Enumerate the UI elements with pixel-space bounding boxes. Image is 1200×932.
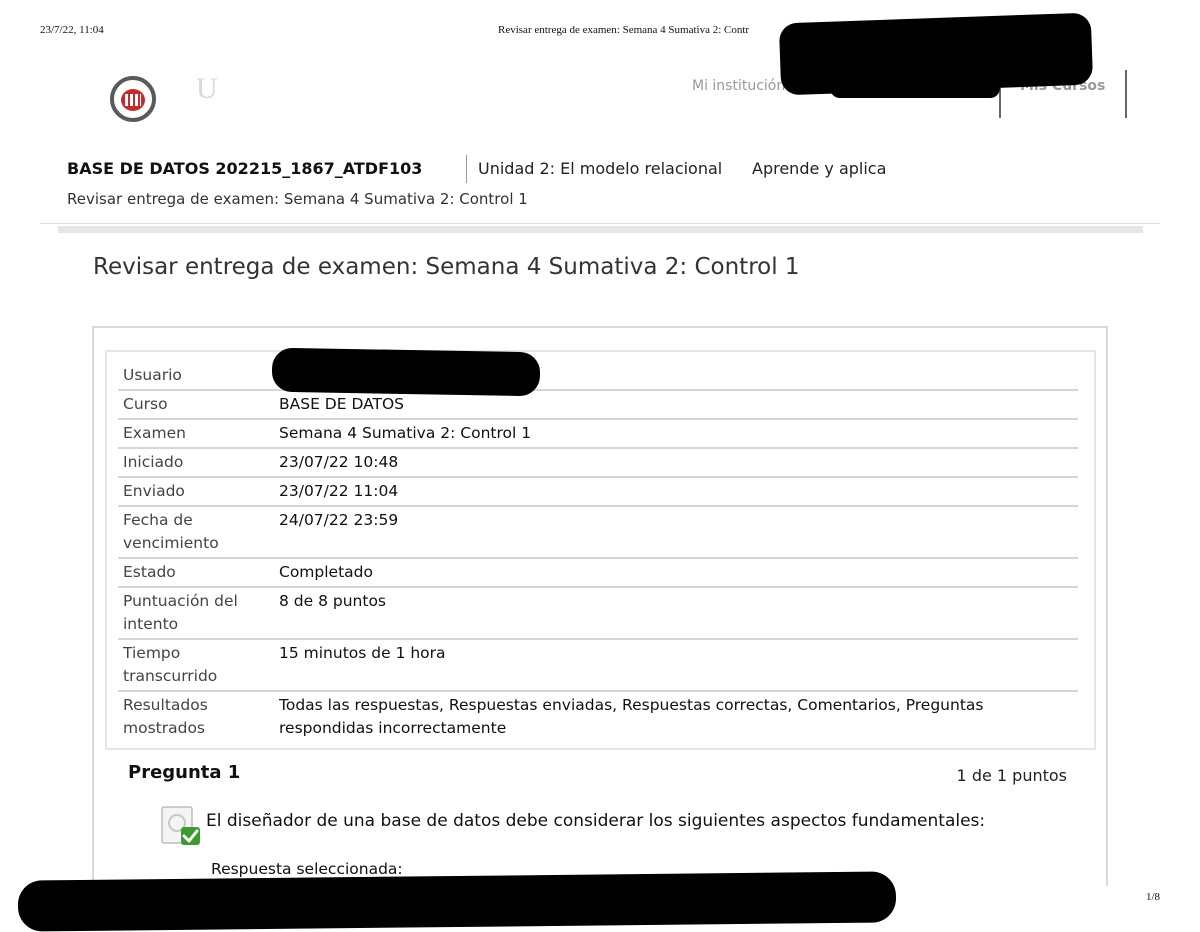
info-label: Usuario <box>118 362 274 391</box>
question-points: 1 de 1 puntos <box>956 766 1067 785</box>
info-value: 23/07/22 11:04 <box>274 477 1078 507</box>
page-title: Revisar entrega de examen: Semana 4 Suma… <box>93 254 800 280</box>
print-page-number: 1/8 <box>1145 891 1160 903</box>
table-row: Examen Semana 4 Sumativa 2: Control 1 <box>118 419 1078 449</box>
info-value: 24/07/22 23:59 <box>274 506 1078 559</box>
info-value: 23/07/22 10:48 <box>274 448 1078 478</box>
info-label: Puntuación del intento <box>118 587 274 640</box>
table-row: Iniciado 23/07/22 10:48 <box>118 448 1078 478</box>
info-label: Iniciado <box>118 448 274 478</box>
redaction <box>17 871 897 932</box>
info-label: Resultados mostrados <box>123 696 208 737</box>
info-label: Examen <box>118 419 274 449</box>
breadcrumb-current-page: Revisar entrega de examen: Semana 4 Suma… <box>67 190 528 208</box>
info-value: 15 minutos de 1 hora <box>274 639 1078 692</box>
print-title: Revisar entrega de examen: Semana 4 Suma… <box>498 24 750 36</box>
info-value: 8 de 8 puntos <box>274 587 1078 640</box>
course-title[interactable]: BASE DE DATOS 202215_1867_ATDF103 <box>67 159 422 178</box>
info-label: Curso <box>118 390 274 420</box>
info-value: Todas las respuestas, Respuestas enviada… <box>279 696 984 737</box>
table-row: Estado Completado <box>118 558 1078 588</box>
question-title: Pregunta 1 <box>128 762 241 783</box>
breadcrumb-section[interactable]: Aprende y aplica <box>752 159 886 178</box>
selected-answer-label: Respuesta seleccionada: <box>211 860 403 878</box>
info-label: Estado <box>118 558 274 588</box>
info-label: Enviado <box>118 477 274 507</box>
institution-logo-wordmark: U <box>196 72 221 105</box>
breadcrumb-separator <box>466 155 467 183</box>
info-value: Semana 4 Sumativa 2: Control 1 <box>274 419 1078 449</box>
attempt-info-table: Usuario Curso BASE DE DATOS Examen Seman… <box>118 362 1078 742</box>
question-text: El diseñador de una base de datos debe c… <box>206 811 986 831</box>
info-value: BASE DE DATOS <box>274 390 1078 420</box>
info-label: Tiempo transcurrido <box>118 639 274 692</box>
redaction <box>271 347 541 397</box>
content-top-bar <box>58 226 1143 233</box>
print-date: 23/7/22, 11:04 <box>40 24 104 36</box>
table-row: Tiempo transcurrido 15 minutos de 1 hora <box>118 639 1078 692</box>
header-divider <box>40 223 1160 224</box>
info-value: Completado <box>274 558 1078 588</box>
info-label: Fecha de vencimiento <box>118 506 274 559</box>
institution-logo <box>110 76 156 122</box>
breadcrumb-unit[interactable]: Unidad 2: El modelo relacional <box>478 159 722 178</box>
redaction <box>830 74 1000 98</box>
nav-separator <box>1125 70 1127 118</box>
table-row: Fecha de vencimiento 24/07/22 23:59 <box>118 506 1078 559</box>
table-row: Curso BASE DE DATOS <box>118 390 1078 420</box>
table-row: Enviado 23/07/22 11:04 <box>118 477 1078 507</box>
correct-check-icon <box>161 806 200 845</box>
nav-my-institution[interactable]: Mi institución <box>692 78 785 94</box>
table-row: Resultados mostrados Todas las respuesta… <box>118 691 1078 742</box>
table-row: Puntuación del intento 8 de 8 puntos <box>118 587 1078 640</box>
table-row: Usuario <box>118 362 1078 391</box>
